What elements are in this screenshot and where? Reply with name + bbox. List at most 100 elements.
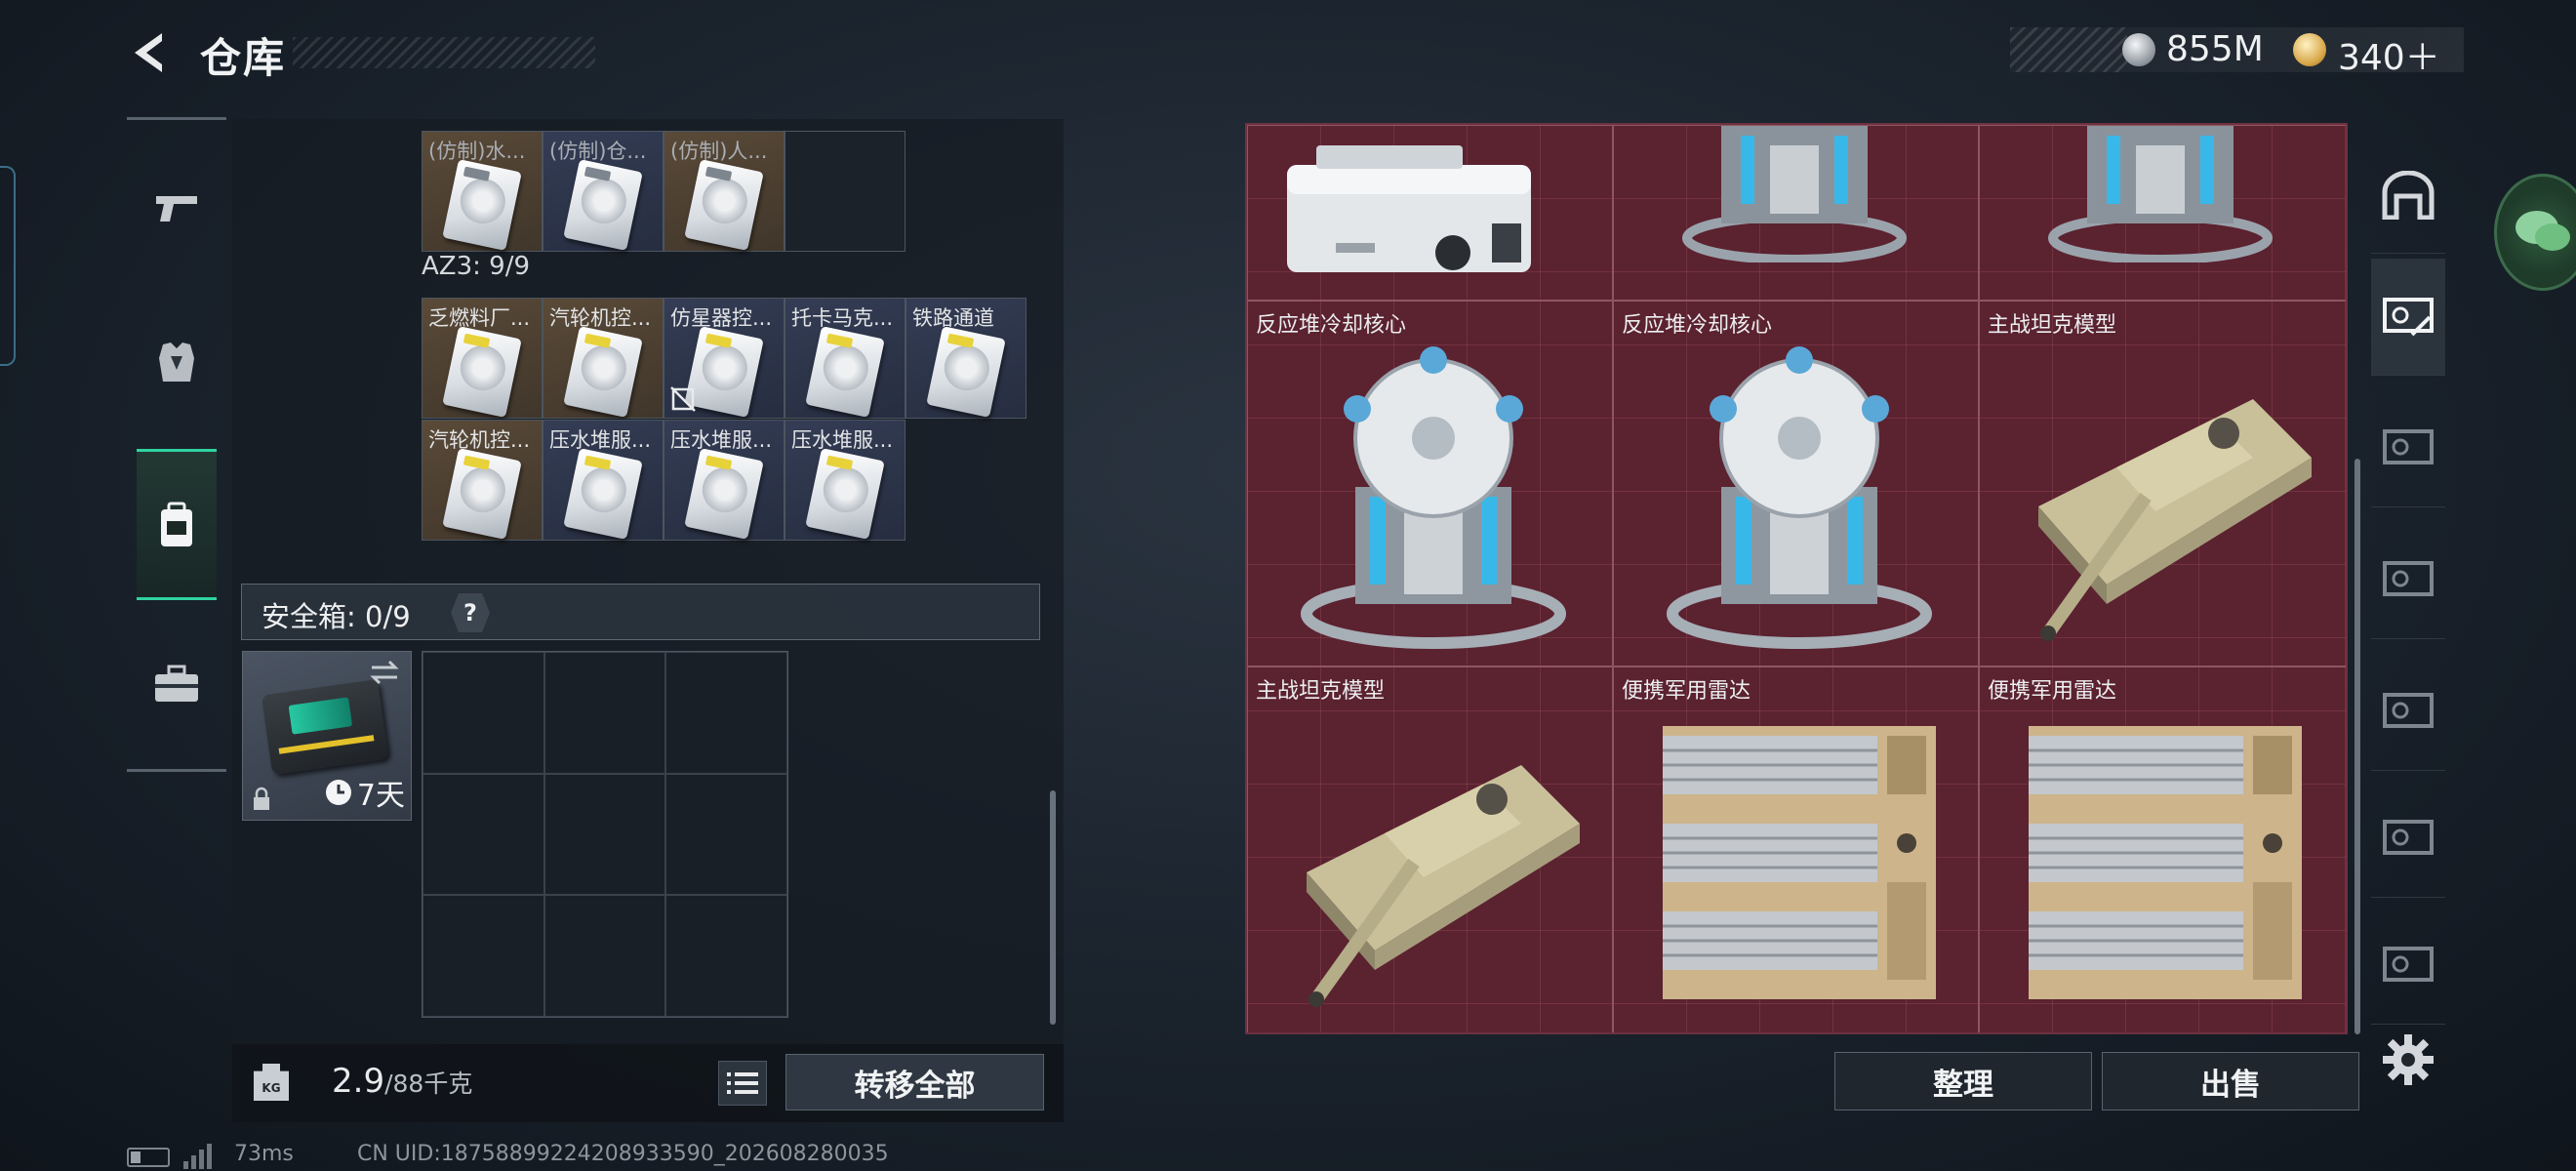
stash-item-tank[interactable]: 主战坦克模型 bbox=[1247, 666, 1613, 1032]
stash-item-machine[interactable] bbox=[1247, 125, 1613, 301]
stash-tab-5[interactable] bbox=[2371, 781, 2445, 898]
uid-readout: CN UID:18758899224208933590_202608280035 bbox=[357, 1142, 889, 1166]
stash-tab-3[interactable] bbox=[2371, 522, 2445, 639]
item-slot[interactable]: 汽轮机控... bbox=[543, 298, 664, 419]
pistol-icon bbox=[156, 196, 197, 222]
stash-item-label: 反应堆冷却核心 bbox=[1622, 313, 1773, 338]
nav-backpack[interactable] bbox=[137, 485, 217, 565]
item-slot[interactable]: 汽轮机控... bbox=[422, 420, 543, 541]
backpack-top-row: (仿制)水... (仿制)仓... (仿制)人... bbox=[422, 131, 906, 252]
safe-case-slot[interactable]: 7天 bbox=[242, 651, 412, 821]
stash-item-radar[interactable]: 便携军用雷达 bbox=[1613, 666, 1979, 1032]
chat-button[interactable] bbox=[2494, 174, 2576, 291]
swap-icon[interactable] bbox=[368, 660, 401, 685]
page-title: 仓库 bbox=[200, 34, 287, 82]
stash-item-reactor[interactable] bbox=[1979, 125, 2346, 301]
az3-row-1: 乏燃料厂... 汽轮机控... 仿星器控... 托卡马克... 铁路通道 bbox=[422, 298, 1026, 419]
silver-coin-icon bbox=[2122, 33, 2155, 66]
keycard-icon bbox=[805, 326, 885, 418]
item-label: 压水堆服... bbox=[670, 428, 773, 452]
stash-tab-1[interactable] bbox=[2371, 259, 2445, 376]
item-slot[interactable]: (仿制)水... bbox=[422, 131, 543, 252]
stash-item-radar[interactable]: 便携军用雷达 bbox=[1979, 666, 2346, 1032]
stash-page-6-icon bbox=[2383, 946, 2434, 982]
device-icon bbox=[1287, 145, 1531, 272]
stash-tab-main[interactable] bbox=[2371, 137, 2445, 254]
keycard-icon bbox=[563, 326, 643, 418]
transfer-all-button[interactable]: 转移全部 bbox=[785, 1054, 1044, 1110]
item-slot[interactable]: (仿制)人... bbox=[664, 131, 785, 252]
stash-tab-2[interactable] bbox=[2371, 390, 2445, 507]
chat-bubble-icon bbox=[2516, 211, 2570, 251]
nav-case[interactable] bbox=[137, 644, 217, 724]
stash-arch-icon bbox=[2382, 170, 2435, 220]
item-slot[interactable]: (仿制)仓... bbox=[543, 131, 664, 252]
item-slot[interactable]: 托卡马克... bbox=[785, 298, 906, 419]
item-label: (仿制)人... bbox=[670, 140, 768, 163]
keycard-icon bbox=[442, 326, 522, 418]
keycard-icon bbox=[563, 448, 643, 540]
keycard-icon bbox=[684, 326, 764, 418]
stash-tab-4[interactable] bbox=[2371, 654, 2445, 771]
currency-stripe-decoration bbox=[2010, 27, 2127, 72]
empty-slot bbox=[543, 773, 666, 896]
stash-item-reactor[interactable]: 反应堆冷却核心 bbox=[1613, 301, 1979, 666]
item-slot[interactable]: 压水堆服... bbox=[785, 420, 906, 541]
case-timer: 7天 bbox=[324, 771, 405, 814]
stash-page-5-icon bbox=[2383, 819, 2434, 855]
left-edge-tab[interactable] bbox=[0, 166, 16, 366]
stash-item-reactor[interactable] bbox=[1613, 125, 1979, 301]
item-label: 乏燃料厂... bbox=[428, 306, 531, 330]
weight-capacity: /88千克 bbox=[384, 1070, 473, 1098]
empty-slot bbox=[665, 895, 787, 1017]
stash-tab-6[interactable] bbox=[2371, 908, 2445, 1025]
ping-readout: 73ms bbox=[234, 1142, 294, 1166]
gold-amount[interactable]: 340＋ bbox=[2338, 29, 2440, 80]
item-label: 压水堆服... bbox=[549, 428, 652, 452]
stash-item-tank[interactable]: 主战坦克模型 bbox=[1979, 301, 2346, 666]
stash-grid: 反应堆冷却核心 反应堆冷却核心 主战坦克模型 主战坦克模型 便携军用雷达 便携军… bbox=[1245, 123, 2348, 1034]
empty-slot bbox=[665, 652, 787, 774]
gear-icon[interactable] bbox=[2381, 1032, 2435, 1087]
empty-slot bbox=[785, 131, 906, 252]
stash-page-2-icon bbox=[2383, 428, 2434, 464]
empty-slot bbox=[423, 895, 544, 1017]
list-view-button[interactable] bbox=[718, 1061, 767, 1106]
silver-amount: 855M bbox=[2166, 29, 2264, 69]
reactor-core-icon bbox=[1667, 346, 1932, 649]
rail-divider-bottom bbox=[127, 769, 226, 772]
nav-armor[interactable] bbox=[137, 322, 217, 402]
empty-slot bbox=[543, 895, 666, 1017]
item-slot[interactable]: 压水堆服... bbox=[664, 420, 785, 541]
item-label: (仿制)仓... bbox=[549, 140, 647, 163]
empty-slot bbox=[423, 652, 544, 774]
item-label: 汽轮机控... bbox=[549, 306, 652, 330]
help-button[interactable]: ? bbox=[451, 593, 490, 632]
item-slot[interactable]: 压水堆服... bbox=[543, 420, 664, 541]
stash-item-label: 反应堆冷却核心 bbox=[1256, 313, 1407, 338]
backpack-icon bbox=[161, 502, 192, 546]
backpack-scrollbar[interactable] bbox=[1050, 790, 1056, 1025]
stash-item-reactor[interactable]: 反应堆冷却核心 bbox=[1247, 301, 1613, 666]
back-chevron-icon[interactable] bbox=[125, 27, 176, 78]
item-slot[interactable]: 乏燃料厂... bbox=[422, 298, 543, 419]
item-label: (仿制)水... bbox=[428, 140, 526, 163]
item-slot[interactable]: 铁路通道 bbox=[906, 298, 1026, 419]
reactor-core-icon bbox=[1301, 346, 1566, 649]
title-stripe-decoration bbox=[293, 37, 595, 68]
radar-unit-icon bbox=[1663, 726, 1936, 999]
item-slot[interactable]: 仿星器控... bbox=[664, 298, 785, 419]
sell-button[interactable]: 出售 bbox=[2102, 1052, 2359, 1110]
nav-weapons[interactable] bbox=[137, 168, 217, 248]
vest-icon bbox=[159, 343, 194, 382]
stash-item-label: 便携军用雷达 bbox=[1622, 679, 1751, 704]
keycard-icon bbox=[805, 448, 885, 540]
tank-model-icon bbox=[1307, 765, 1580, 1007]
no-transfer-icon bbox=[670, 386, 696, 412]
az3-row-2: 汽轮机控... 压水堆服... 压水堆服... 压水堆服... bbox=[422, 420, 906, 541]
keycard-icon bbox=[563, 159, 643, 251]
signal-icon bbox=[183, 1144, 213, 1169]
keycard-icon bbox=[442, 159, 522, 251]
sort-button[interactable]: 整理 bbox=[1834, 1052, 2092, 1110]
stash-scrollbar[interactable] bbox=[2355, 459, 2360, 1034]
